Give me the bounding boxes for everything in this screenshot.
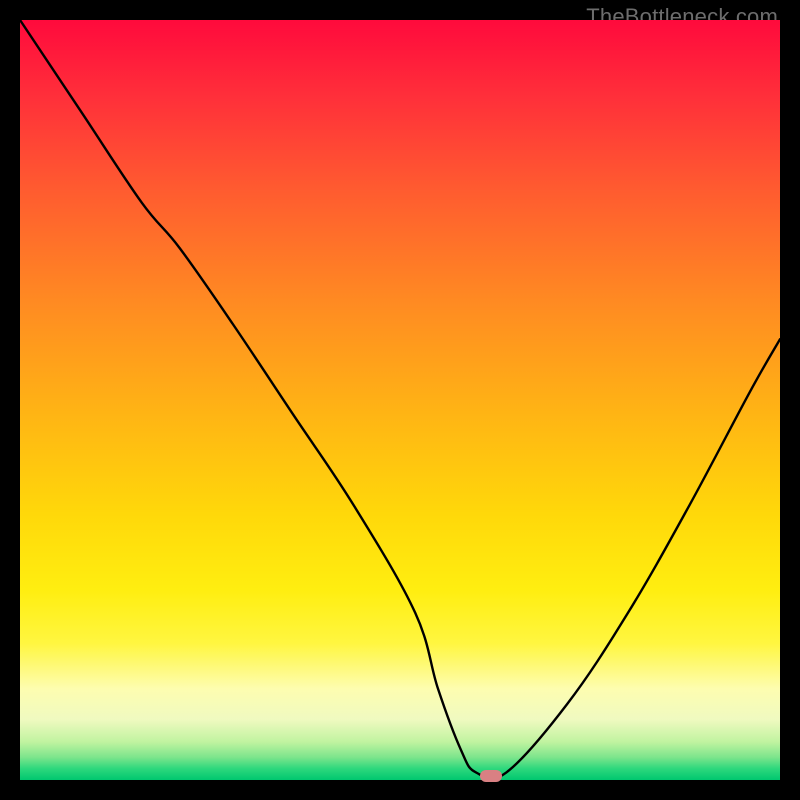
bottleneck-curve — [20, 20, 780, 780]
plot-area — [20, 20, 780, 780]
optimal-marker — [480, 770, 502, 782]
chart-frame: TheBottleneck.com — [0, 0, 800, 800]
